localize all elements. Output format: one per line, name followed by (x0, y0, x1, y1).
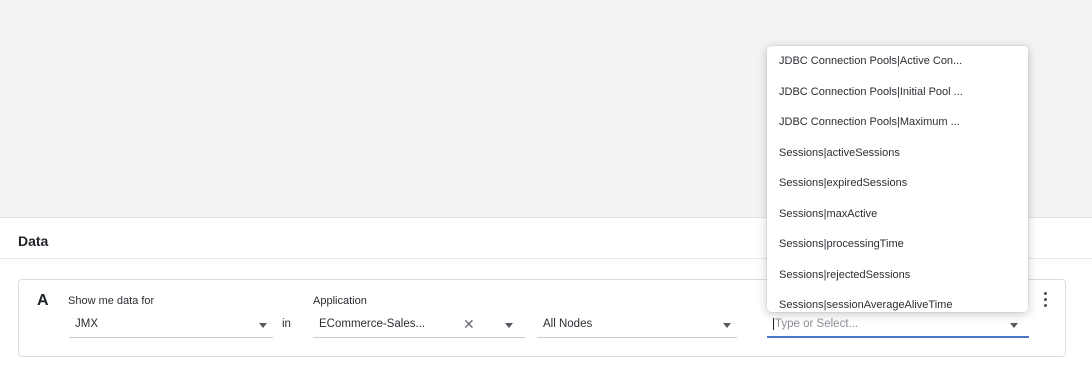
close-icon[interactable]: ✕ (463, 316, 475, 332)
application-select[interactable]: ECommerce-Sales... ✕ (313, 312, 525, 338)
chevron-down-icon[interactable] (723, 323, 731, 328)
connector-in: in (282, 318, 291, 330)
metric-combobox[interactable]: Type or Select... (767, 312, 1029, 338)
application-value: ECommerce-Sales... (319, 318, 426, 330)
chevron-down-icon[interactable] (259, 323, 267, 328)
metric-dropdown-list: JDBC Connection Pools|Active Con... JDBC… (767, 46, 1028, 312)
source-value: JMX (75, 318, 98, 330)
node-select[interactable]: All Nodes (537, 312, 737, 338)
query-letter: A (37, 292, 49, 309)
chevron-down-icon[interactable] (1010, 323, 1018, 328)
section-title: Data (18, 233, 49, 249)
dropdown-option[interactable]: Sessions|processingTime (767, 229, 1028, 260)
dropdown-option[interactable]: JDBC Connection Pools|Maximum ... (767, 107, 1028, 138)
application-label: Application (313, 295, 367, 307)
source-select[interactable]: JMX (69, 312, 273, 338)
more-options-icon[interactable] (1042, 292, 1048, 312)
metric-input[interactable]: Type or Select... (773, 318, 858, 330)
dropdown-option[interactable]: Sessions|rejectedSessions (767, 260, 1028, 291)
dropdown-option[interactable]: Sessions|maxActive (767, 199, 1028, 230)
dropdown-option[interactable]: JDBC Connection Pools|Initial Pool ... (767, 77, 1028, 108)
dropdown-option[interactable]: Sessions|expiredSessions (767, 168, 1028, 199)
dropdown-option[interactable]: Sessions|activeSessions (767, 138, 1028, 169)
dropdown-option[interactable]: JDBC Connection Pools|Active Con... (767, 46, 1028, 77)
chevron-down-icon[interactable] (505, 323, 513, 328)
dropdown-option[interactable]: Sessions|sessionAverageAliveTime (767, 290, 1028, 312)
node-value: All Nodes (543, 318, 593, 330)
source-label: Show me data for (68, 295, 155, 307)
